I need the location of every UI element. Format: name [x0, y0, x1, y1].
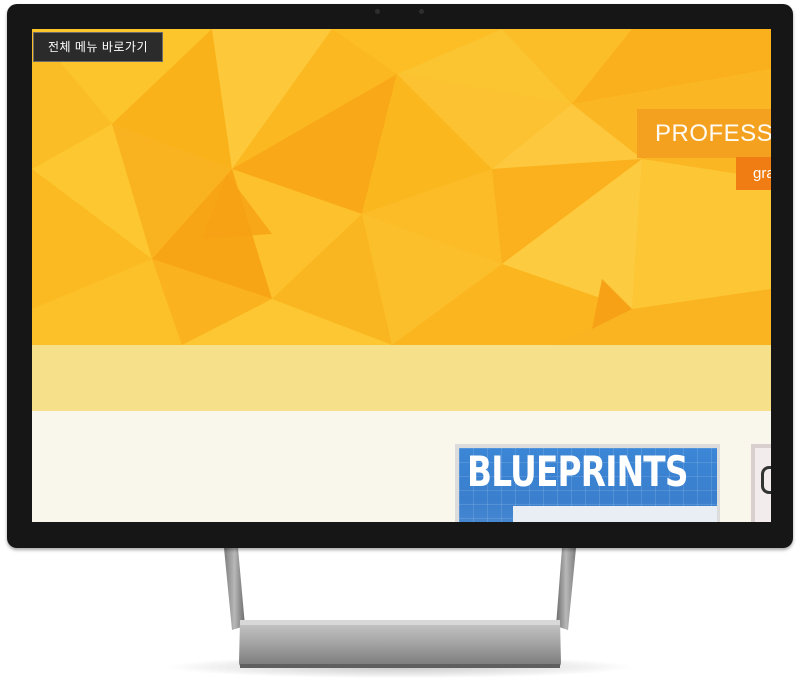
next-card[interactable]: [751, 444, 771, 522]
camera-sensor-icon: [375, 9, 380, 14]
hero-background-pattern: [32, 29, 771, 345]
skip-to-menu-link[interactable]: 전체 메뉴 바로가기: [33, 32, 163, 62]
featured-card-caption-strip: [513, 506, 717, 522]
hero-banner: PROFESSIO gra: [32, 29, 771, 345]
featured-card-title: BLUEPRINTS: [467, 448, 688, 496]
featured-card-image: BLUEPRINTS: [459, 448, 717, 522]
hero-title: PROFESSIO: [637, 109, 771, 158]
screen: PROFESSIO gra 전체 메뉴 바로가기 BLUEPRINTS: [32, 29, 771, 522]
camera-icon: [419, 9, 424, 14]
hero-bottom-band: [32, 345, 771, 411]
featured-card[interactable]: BLUEPRINTS: [455, 444, 720, 522]
hero-subtitle: gra: [736, 157, 771, 190]
next-card-image: [755, 448, 771, 522]
next-card-logo-icon: [761, 466, 771, 494]
